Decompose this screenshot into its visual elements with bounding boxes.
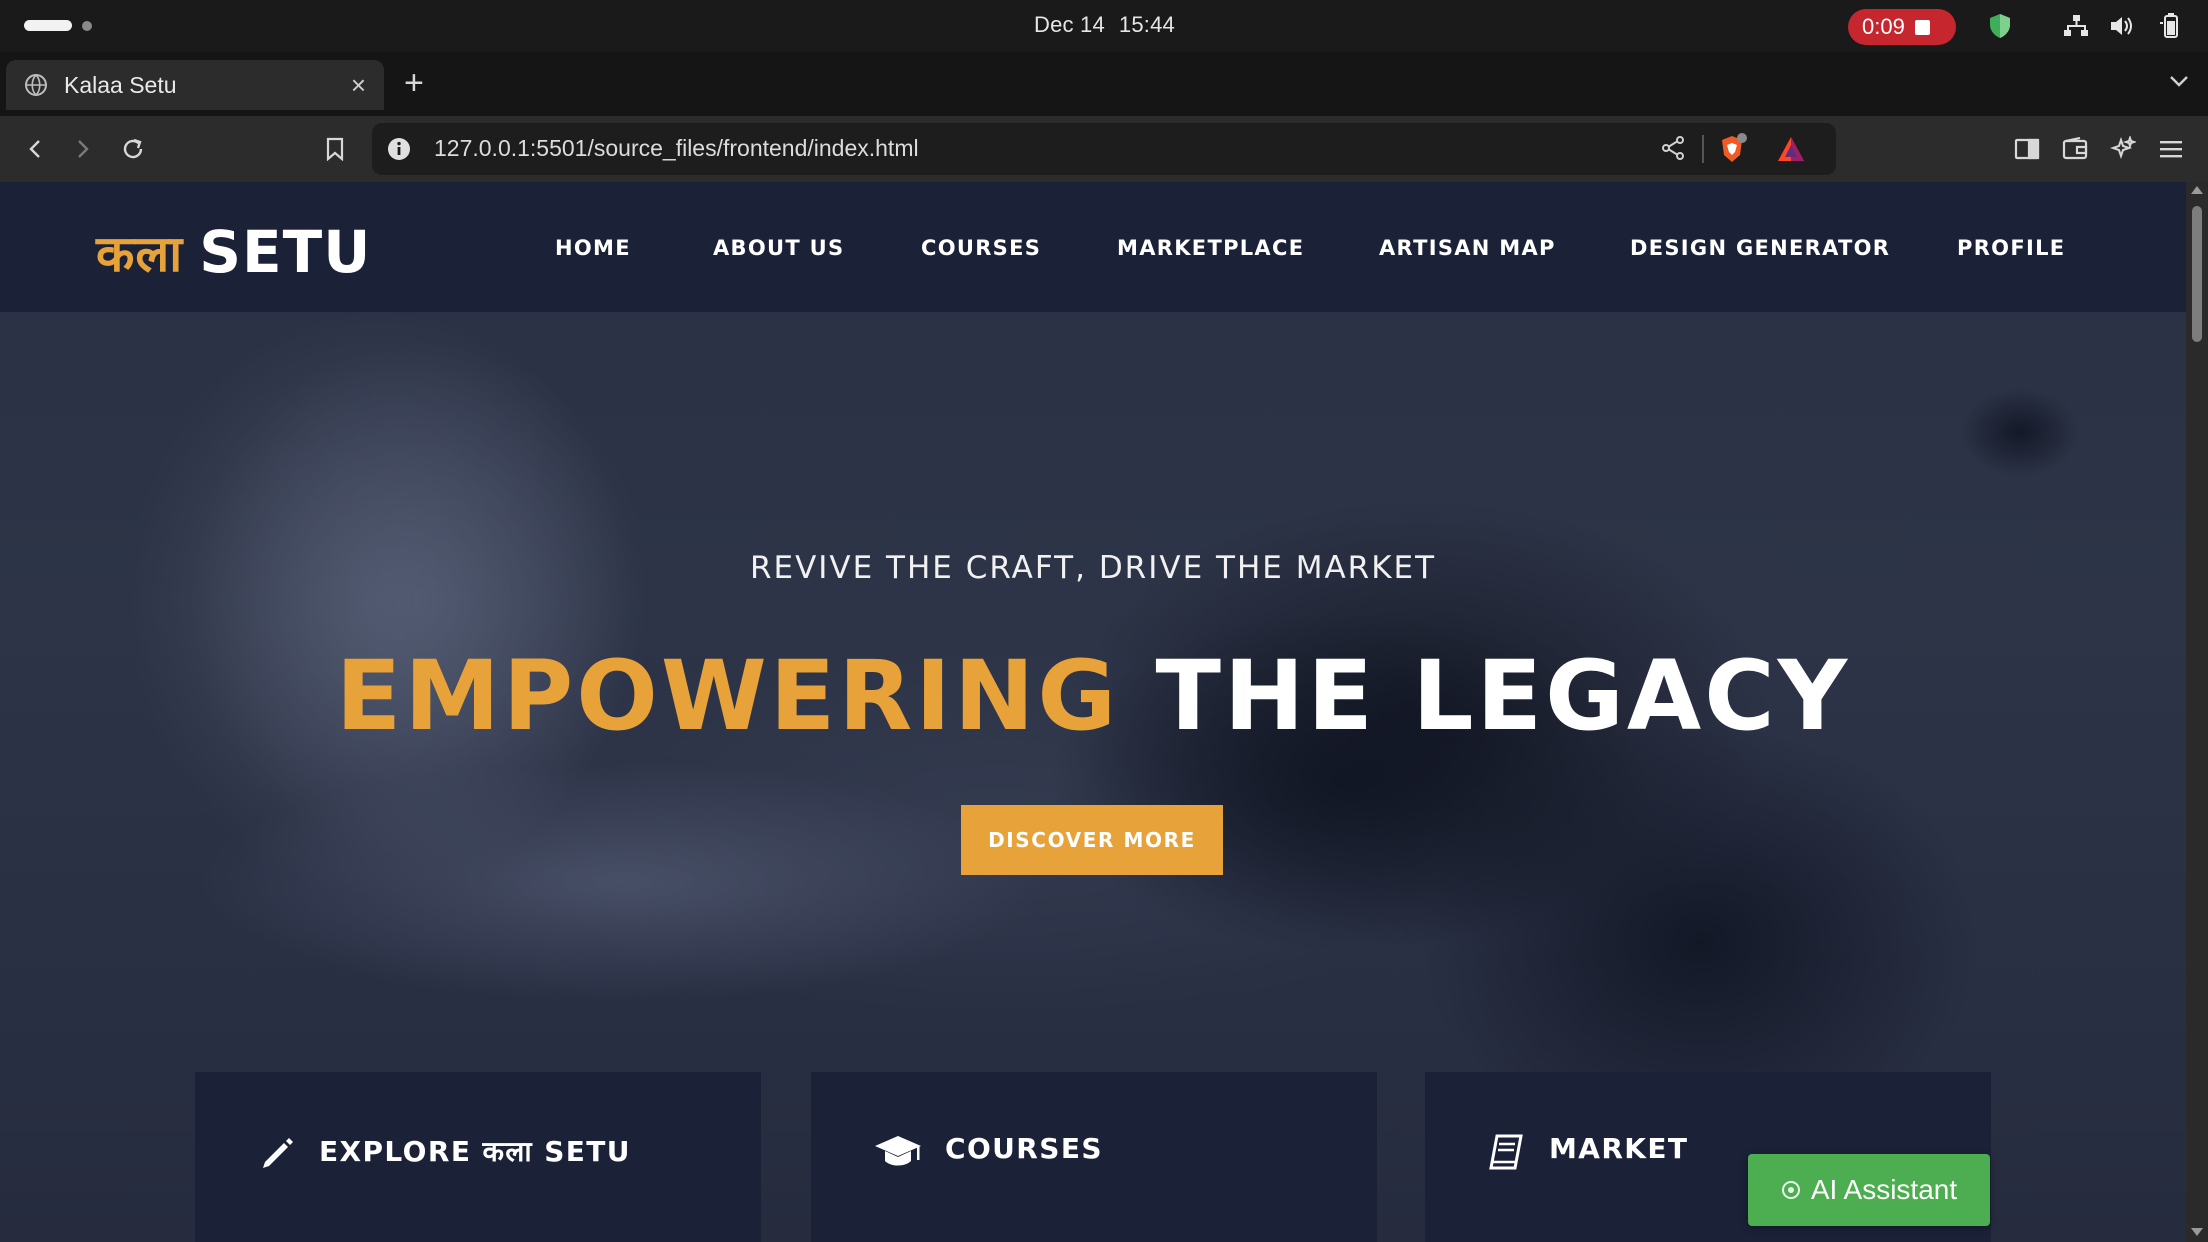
battery-icon[interactable] — [2156, 12, 2184, 40]
ai-assistant-button[interactable]: AI Assistant — [1748, 1154, 1990, 1226]
activities-indicator[interactable] — [24, 20, 92, 31]
tab-title: Kalaa Setu — [64, 71, 177, 98]
tab-close-icon[interactable]: × — [351, 70, 366, 101]
address-bar[interactable]: 127.0.0.1:5501/source_files/frontend/ind… — [372, 123, 1836, 175]
hero-subtitle: REVIVE THE CRAFT, DRIVE THE MARKET — [749, 550, 1437, 586]
clock[interactable]: Dec 14 15:44 — [1034, 12, 1175, 38]
os-top-bar: Dec 14 15:44 0:09 — [0, 0, 2208, 52]
shield-icon[interactable] — [1986, 12, 2014, 40]
nav-artisan-map[interactable]: ARTISAN MAP — [1379, 236, 1556, 260]
discover-more-button[interactable]: DISCOVER MORE — [961, 805, 1223, 875]
nav-profile[interactable]: PROFILE — [1957, 236, 2065, 260]
leo-ai-icon[interactable] — [2106, 132, 2140, 166]
brave-rewards-icon[interactable] — [1776, 135, 1806, 168]
feature-card-courses[interactable]: COURSES — [811, 1072, 1377, 1242]
recording-timer: 0:09 — [1862, 14, 1905, 39]
pencil-icon — [263, 1138, 293, 1168]
scroll-up-arrow-icon[interactable] — [2191, 186, 2203, 194]
nav-design-generator[interactable]: DESIGN GENERATOR — [1630, 236, 1890, 260]
new-tab-button[interactable]: + — [404, 66, 424, 100]
page-viewport: कला SETU HOME ABOUT US COURSES MARKETPLA… — [0, 182, 2186, 1242]
back-button[interactable] — [18, 132, 52, 166]
clock-time: 15:44 — [1118, 12, 1175, 37]
tab-list-chevron-icon[interactable] — [2168, 74, 2190, 93]
browser-tab[interactable]: Kalaa Setu × — [6, 60, 384, 110]
assistant-icon — [1781, 1181, 1800, 1199]
hero-title: EMPOWERING THE LEGACY — [0, 640, 2186, 752]
nav-marketplace[interactable]: MARKETPLACE — [1117, 236, 1304, 260]
clock-date: Dec 14 — [1034, 12, 1105, 37]
globe-icon — [25, 74, 47, 97]
logo-hindi-text: कला — [96, 225, 184, 283]
screen-recording-indicator[interactable]: 0:09 — [1848, 9, 1956, 45]
workspace-dot — [82, 20, 92, 31]
sidebar-toggle-icon[interactable] — [2010, 132, 2044, 166]
hero-title-rest: THE LEGACY — [1155, 640, 1851, 752]
reload-button[interactable] — [116, 132, 150, 166]
scrollbar-thumb[interactable] — [2192, 206, 2202, 342]
nav-home[interactable]: HOME — [555, 236, 631, 260]
ai-assistant-label: AI Assistant — [1810, 1174, 1958, 1205]
nav-about-us[interactable]: ABOUT US — [713, 236, 844, 260]
graduation-cap-icon — [875, 1136, 921, 1166]
site-info-icon[interactable] — [386, 136, 412, 162]
stop-recording-icon — [1914, 19, 1930, 35]
address-bar-divider — [1702, 135, 1704, 163]
book-icon — [1489, 1134, 1523, 1170]
url-text: 127.0.0.1:5501/source_files/frontend/ind… — [434, 135, 919, 161]
volume-icon[interactable] — [2108, 12, 2136, 40]
bookmark-icon[interactable] — [318, 132, 352, 166]
hero-title-accent: EMPOWERING — [335, 640, 1120, 752]
wallet-icon[interactable] — [2058, 132, 2092, 166]
logo-english-text: SETU — [199, 218, 372, 286]
brave-shields-icon[interactable] — [1716, 133, 1748, 170]
feature-card-explore[interactable]: EXPLORE कला SETU — [195, 1072, 761, 1242]
site-logo[interactable]: कला SETU — [96, 218, 371, 286]
feature-label-courses: COURSES — [945, 1132, 1103, 1165]
workspace-pill — [24, 20, 72, 31]
share-icon[interactable] — [1660, 135, 1686, 166]
forward-button[interactable] — [66, 132, 100, 166]
menu-icon[interactable] — [2154, 132, 2188, 166]
nav-courses[interactable]: COURSES — [921, 236, 1041, 260]
tab-strip: Kalaa Setu × + — [0, 52, 2208, 116]
network-icon[interactable] — [2062, 12, 2090, 40]
scroll-down-arrow-icon[interactable] — [2191, 1228, 2203, 1236]
site-header: कला SETU HOME ABOUT US COURSES MARKETPLA… — [0, 182, 2186, 312]
page-scrollbar[interactable] — [2186, 182, 2208, 1242]
feature-label-market: MARKET — [1549, 1132, 1689, 1165]
feature-label-explore: EXPLORE कला SETU — [319, 1135, 631, 1168]
browser-toolbar: 127.0.0.1:5501/source_files/frontend/ind… — [0, 116, 2208, 182]
